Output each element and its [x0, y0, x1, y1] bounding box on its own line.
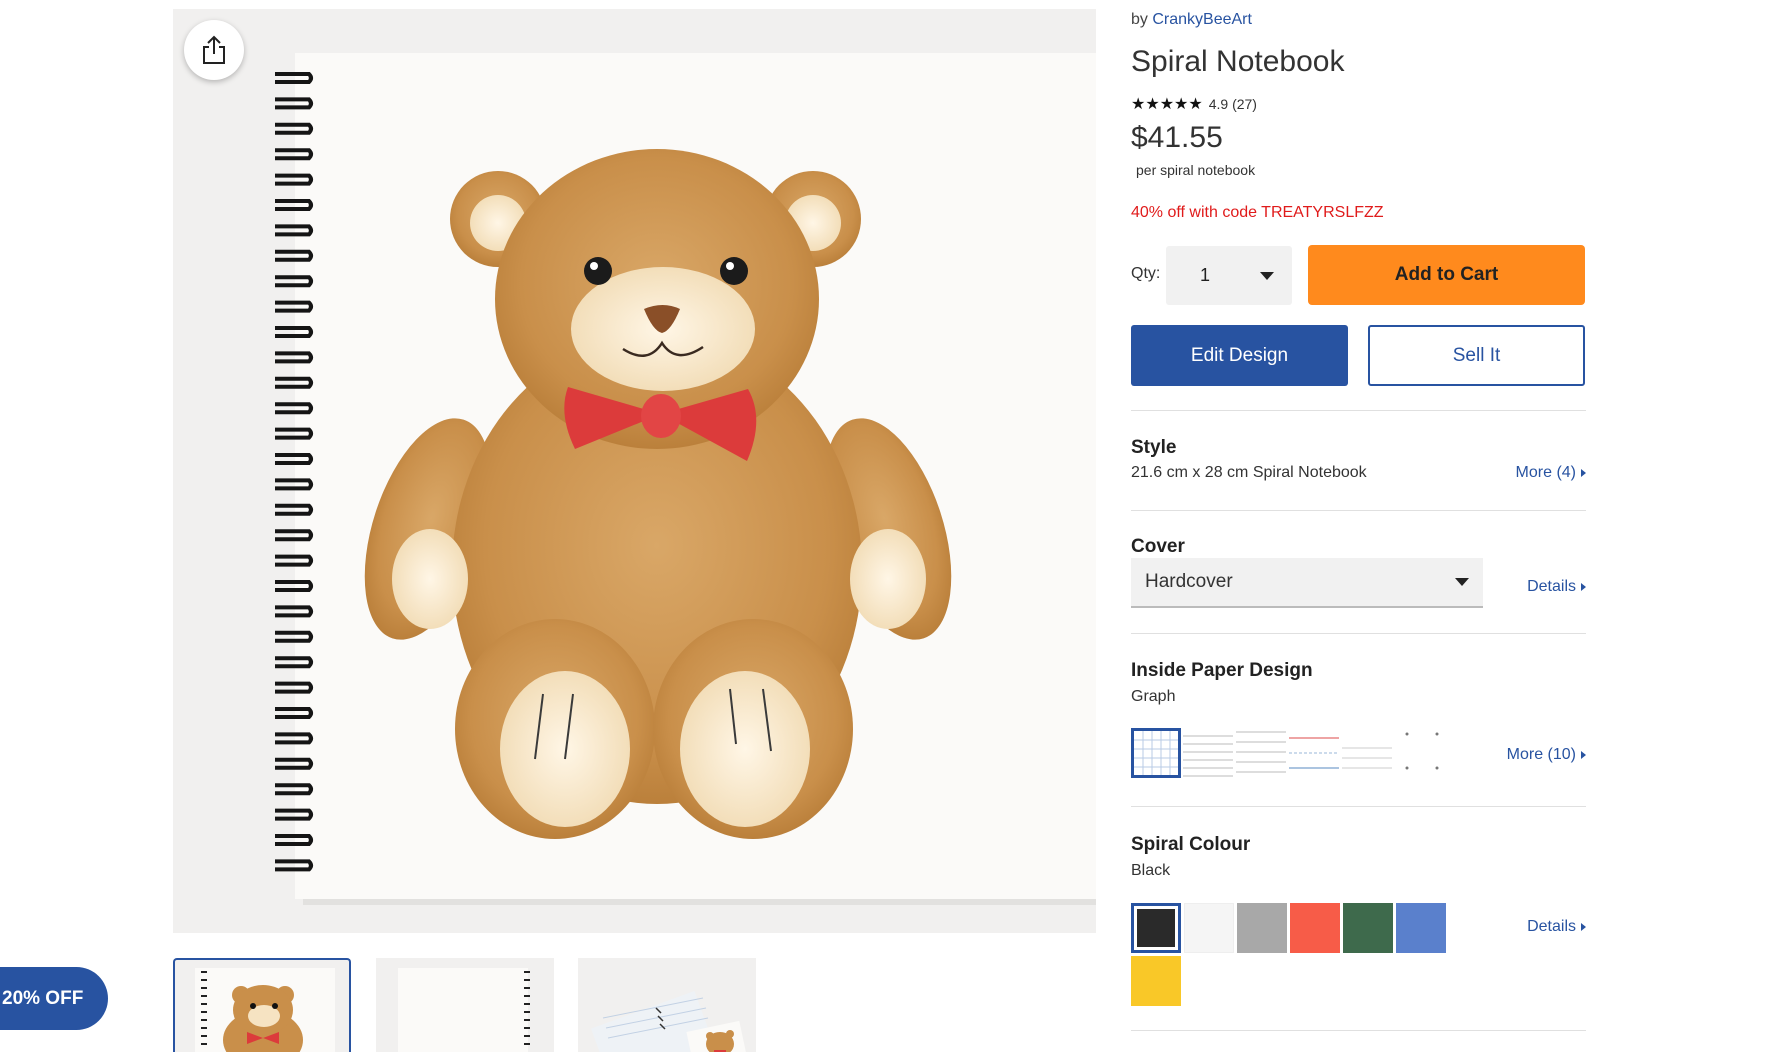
notebook-illustration [275, 53, 1096, 905]
spiral-colour-value: Black [1131, 862, 1171, 879]
price: $41.55 [1131, 121, 1223, 154]
caret-right-icon [1581, 923, 1586, 931]
paper-value: Graph [1131, 688, 1176, 705]
promo-code-text: 40% off with code TREATYRSLFZZ [1131, 204, 1384, 221]
chevron-down-icon [1455, 578, 1469, 586]
cover-select[interactable]: Hardcover [1131, 558, 1483, 608]
share-button[interactable] [184, 20, 244, 80]
divider [1131, 1030, 1586, 1031]
seller-line: by CrankyBeeArt [1131, 11, 1252, 29]
paper-option-lined-red-blue[interactable] [1289, 728, 1339, 778]
spiral-details-link[interactable]: Details [1527, 918, 1586, 936]
divider [1131, 633, 1586, 634]
paper-option-lined-light[interactable] [1342, 728, 1392, 778]
spiral-details-label: Details [1527, 918, 1576, 935]
add-to-cart-button[interactable]: Add to Cart [1308, 245, 1585, 305]
caret-right-icon [1581, 583, 1586, 591]
qty-value: 1 [1200, 265, 1211, 285]
star-rating-icon: ★★★★★ [1131, 96, 1203, 113]
spiral-colour-title: Spiral Colour [1131, 834, 1251, 855]
style-title: Style [1131, 437, 1177, 458]
qty-select[interactable]: 1 [1166, 246, 1292, 305]
paper-option-graph[interactable] [1131, 728, 1181, 778]
swatch-blue[interactable] [1396, 903, 1446, 953]
qty-label: Qty: [1131, 265, 1161, 282]
cover-details-label: Details [1527, 578, 1576, 595]
style-more-link[interactable]: More (4) [1516, 464, 1586, 482]
caret-right-icon [1581, 469, 1586, 477]
chevron-down-icon [1260, 271, 1274, 280]
discount-promo-tab[interactable]: 20% OFF [0, 967, 108, 1030]
style-value: 21.6 cm x 28 cm Spiral Notebook [1131, 464, 1367, 481]
thumbnail-back[interactable] [376, 958, 554, 1052]
swatch-red[interactable] [1290, 903, 1340, 953]
paper-option-lined[interactable] [1183, 728, 1233, 778]
paper-option-dot[interactable] [1395, 728, 1445, 778]
share-icon [203, 35, 225, 64]
swatch-white[interactable] [1184, 903, 1234, 953]
paper-option-lined-wide[interactable] [1236, 728, 1286, 778]
divider [1131, 510, 1586, 511]
price-unit: per spiral notebook [1136, 162, 1256, 178]
divider [1131, 806, 1586, 807]
swatch-black[interactable] [1131, 903, 1181, 953]
sell-it-button[interactable]: Sell It [1368, 325, 1585, 386]
cover-selected: Hardcover [1145, 571, 1233, 592]
thumbnail-front[interactable] [173, 958, 351, 1052]
swatch-silver[interactable] [1237, 903, 1287, 953]
rating[interactable]: ★★★★★ 4.9 (27) [1131, 94, 1257, 114]
rating-value: 4.9 (27) [1208, 96, 1257, 112]
cover-details-link[interactable]: Details [1527, 578, 1586, 596]
swatch-yellow[interactable] [1131, 956, 1181, 1006]
paper-more-link[interactable]: More (10) [1507, 746, 1586, 764]
by-prefix: by [1131, 11, 1148, 28]
paper-title: Inside Paper Design [1131, 660, 1313, 681]
swatch-green[interactable] [1343, 903, 1393, 953]
thumbnail-open[interactable] [578, 958, 756, 1052]
divider [1131, 410, 1586, 411]
product-title: Spiral Notebook [1131, 45, 1345, 78]
edit-design-button[interactable]: Edit Design [1131, 325, 1348, 386]
paper-more-label: More (10) [1506, 746, 1576, 763]
style-more-label: More (4) [1515, 464, 1576, 481]
caret-right-icon [1581, 751, 1586, 759]
seller-link[interactable]: CrankyBeeArt [1152, 11, 1252, 28]
main-product-image [173, 9, 1096, 933]
cover-title: Cover [1131, 536, 1185, 557]
